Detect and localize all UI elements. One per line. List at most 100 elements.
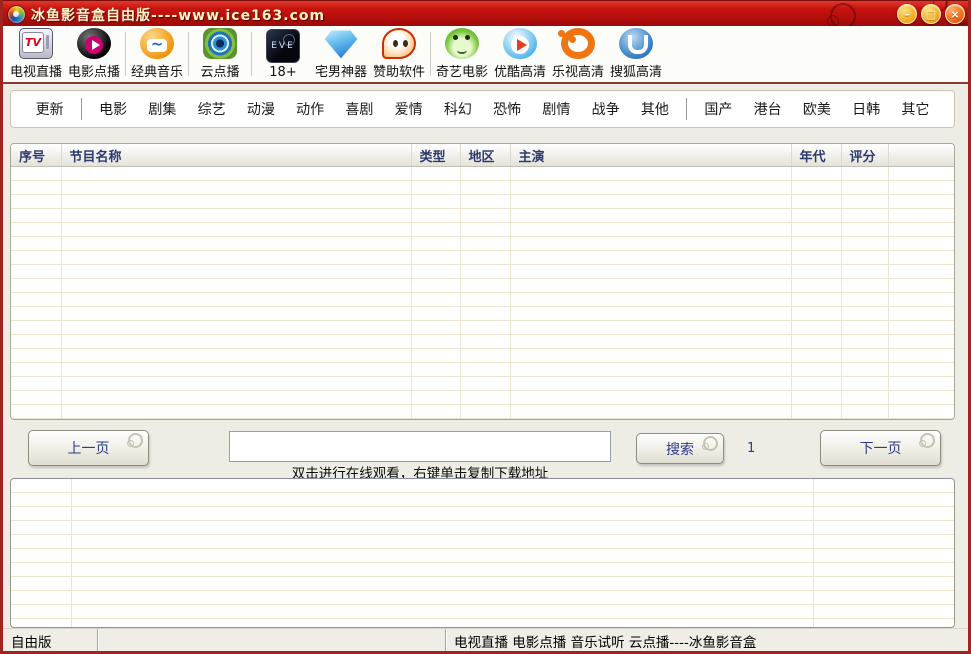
- page-number: 1: [747, 441, 755, 456]
- program-row[interactable]: [11, 251, 954, 265]
- empty-cell: [813, 577, 954, 591]
- program-row[interactable]: [11, 391, 954, 405]
- youku-play-icon: [503, 28, 537, 59]
- status-version: 自由版: [3, 629, 98, 651]
- empty-cell: [510, 307, 791, 321]
- toolbar-button-qiyi-movies[interactable]: 奇艺电影: [433, 28, 491, 80]
- program-row[interactable]: [11, 405, 954, 419]
- playlist-row[interactable]: [11, 577, 954, 591]
- category-tab-8[interactable]: 科幻: [440, 97, 476, 121]
- program-row[interactable]: [11, 209, 954, 223]
- toolbar-button-youku-hd[interactable]: 优酷高清: [491, 28, 549, 80]
- program-row[interactable]: [11, 265, 954, 279]
- empty-cell: [71, 591, 813, 605]
- empty-cell: [411, 237, 460, 251]
- maximize-button[interactable]: □: [921, 4, 941, 24]
- search-input[interactable]: [229, 431, 611, 462]
- category-tab-6[interactable]: 喜剧: [341, 97, 377, 121]
- category-tab-1[interactable]: 电影: [95, 97, 131, 121]
- eve-18plus-icon: [266, 29, 300, 63]
- column-header[interactable]: 序号: [11, 144, 61, 167]
- column-header[interactable]: 地区: [460, 144, 510, 167]
- prev-page-button[interactable]: 上一页: [28, 430, 149, 466]
- empty-cell: [510, 377, 791, 391]
- category-tab-14[interactable]: 港台: [750, 97, 786, 121]
- category-tab-5[interactable]: 动作: [292, 97, 328, 121]
- category-tab-7[interactable]: 爱情: [391, 97, 427, 121]
- program-row[interactable]: [11, 167, 954, 181]
- column-header[interactable]: [888, 144, 954, 167]
- search-button[interactable]: 搜索: [636, 433, 724, 464]
- empty-cell: [791, 181, 841, 195]
- toolbar-button-sponsor-software[interactable]: 赞助软件: [370, 28, 428, 80]
- program-row[interactable]: [11, 237, 954, 251]
- empty-cell: [888, 363, 954, 377]
- program-row[interactable]: [11, 181, 954, 195]
- playlist-row[interactable]: [11, 535, 954, 549]
- category-tab-11[interactable]: 战争: [588, 97, 624, 121]
- table-header-row: 序号节目名称类型地区主演年代评分: [11, 144, 954, 167]
- empty-cell: [411, 377, 460, 391]
- playlist-row[interactable]: [11, 479, 954, 493]
- playlist-row[interactable]: [11, 549, 954, 563]
- empty-cell: [411, 321, 460, 335]
- program-row[interactable]: [11, 349, 954, 363]
- category-tab-17[interactable]: 其它: [897, 97, 933, 121]
- toolbar-button-cloud-on-demand[interactable]: 云点播: [191, 28, 249, 80]
- empty-cell: [813, 507, 954, 521]
- empty-cell: [510, 251, 791, 265]
- category-tab-4[interactable]: 动漫: [243, 97, 279, 121]
- program-row[interactable]: [11, 279, 954, 293]
- program-row[interactable]: [11, 293, 954, 307]
- next-page-button[interactable]: 下一页: [820, 430, 941, 466]
- program-row[interactable]: [11, 377, 954, 391]
- category-tab-0[interactable]: 更新: [32, 97, 68, 121]
- category-tab-10[interactable]: 剧情: [538, 97, 574, 121]
- column-header[interactable]: 类型: [411, 144, 460, 167]
- column-header[interactable]: 主演: [510, 144, 791, 167]
- program-row[interactable]: [11, 307, 954, 321]
- empty-cell: [510, 195, 791, 209]
- program-row[interactable]: [11, 223, 954, 237]
- toolbar-separator: [251, 32, 252, 76]
- empty-cell: [510, 363, 791, 377]
- playlist-row[interactable]: [11, 619, 954, 629]
- category-tab-3[interactable]: 综艺: [194, 97, 230, 121]
- column-header[interactable]: 评分: [841, 144, 888, 167]
- toolbar-button-letv-hd[interactable]: 乐视高清: [549, 28, 607, 80]
- empty-cell: [61, 279, 411, 293]
- playlist-row[interactable]: [11, 507, 954, 521]
- playlist-row[interactable]: [11, 521, 954, 535]
- toolbar-button-sohu-hd[interactable]: 搜狐高清: [607, 28, 665, 80]
- playlist-row[interactable]: [11, 591, 954, 605]
- category-tab-2[interactable]: 剧集: [144, 97, 180, 121]
- playlist-row[interactable]: [11, 493, 954, 507]
- empty-cell: [888, 223, 954, 237]
- close-button[interactable]: ×: [945, 4, 965, 24]
- empty-cell: [791, 209, 841, 223]
- toolbar-separator: [188, 32, 189, 76]
- category-tab-12[interactable]: 其他: [637, 97, 673, 121]
- toolbar-button-tv-live[interactable]: 电视直播: [7, 28, 65, 80]
- program-row[interactable]: [11, 335, 954, 349]
- column-header[interactable]: 年代: [791, 144, 841, 167]
- playlist-row[interactable]: [11, 563, 954, 577]
- column-header[interactable]: 节目名称: [61, 144, 411, 167]
- toolbar-button-movie-on-demand[interactable]: 电影点播: [65, 28, 123, 80]
- movie-play-icon: [77, 28, 111, 59]
- playlist-row[interactable]: [11, 605, 954, 619]
- minimize-button[interactable]: –: [897, 4, 917, 24]
- category-tab-16[interactable]: 日韩: [848, 97, 884, 121]
- toolbar-button-adult-18plus[interactable]: 18+: [254, 28, 312, 80]
- category-tab-15[interactable]: 欧美: [799, 97, 835, 121]
- program-row[interactable]: [11, 363, 954, 377]
- empty-cell: [791, 321, 841, 335]
- category-tab-13[interactable]: 国产: [700, 97, 736, 121]
- toolbar-button-classic-music[interactable]: 经典音乐: [128, 28, 186, 80]
- empty-cell: [61, 377, 411, 391]
- program-row[interactable]: [11, 321, 954, 335]
- program-row[interactable]: [11, 195, 954, 209]
- toolbar-button-zhainan-tool[interactable]: 宅男神器: [312, 28, 370, 80]
- empty-cell: [841, 293, 888, 307]
- category-tab-9[interactable]: 恐怖: [489, 97, 525, 121]
